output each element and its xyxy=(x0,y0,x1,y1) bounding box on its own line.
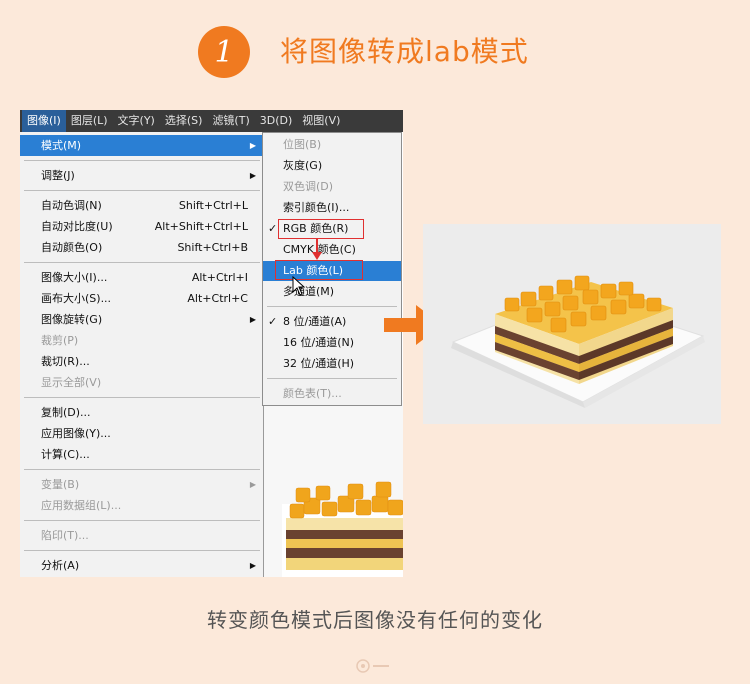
menu-divider xyxy=(267,306,397,307)
menu-item-variables: 变量(B) ▶ xyxy=(20,474,264,495)
checkmark-icon: ✓ xyxy=(268,315,278,328)
menu-item-duplicate[interactable]: 复制(D)... xyxy=(20,402,264,423)
menu-item-trim[interactable]: 裁切(R)... xyxy=(20,351,264,372)
menu-bar: 图像(I) 图层(L) 文字(Y) 选择(S) 滤镜(T) 3D(D) 视图(V… xyxy=(20,110,403,132)
submenu-item-16bit[interactable]: 16 位/通道(N) xyxy=(263,333,401,353)
menu-item-reveal-all: 显示全部(V) xyxy=(41,376,102,389)
submenu-arrow-icon: ▶ xyxy=(249,480,256,489)
menu-divider xyxy=(267,378,397,379)
menu-item-crop: 裁剪(P) xyxy=(41,334,79,347)
menu-item-apply-image[interactable]: 应用图像(Y)... xyxy=(20,423,264,444)
submenu-item-color-table: 颜色表(T)... xyxy=(283,387,342,400)
menu-3d[interactable]: 3D(D) xyxy=(255,110,298,132)
menu-item-image-rotation[interactable]: 图像旋转(G) ▶ xyxy=(20,309,264,330)
menu-divider xyxy=(24,550,260,551)
step-title: 将图像转成lab模式 xyxy=(280,35,529,68)
menu-divider xyxy=(24,262,260,263)
red-down-arrow-icon xyxy=(312,238,322,260)
submenu-arrow-icon: ▶ xyxy=(249,141,256,150)
watermark-logo xyxy=(356,659,392,673)
menu-layer[interactable]: 图层(L) xyxy=(66,110,113,132)
menu-divider xyxy=(24,397,260,398)
menu-item-canvas-size[interactable]: 画布大小(S)... Alt+Ctrl+C xyxy=(20,288,264,309)
step-number-badge: 1 xyxy=(198,26,250,78)
submenu-item-8bit[interactable]: ✓ 8 位/通道(A) xyxy=(263,312,401,332)
menu-type[interactable]: 文字(Y) xyxy=(113,110,160,132)
image-menu-dropdown: 模式(M) ▶ 调整(J) ▶ 自动色调(N) Shift+Ctrl+L 自动对比度(… xyxy=(20,132,264,577)
menu-divider xyxy=(24,160,260,161)
menu-item-auto-color[interactable]: 自动颜色(O) Shift+Ctrl+B xyxy=(20,237,264,258)
menu-divider xyxy=(24,520,260,521)
submenu-item-indexed-color[interactable]: 索引颜色(I)... xyxy=(263,198,401,218)
menu-select[interactable]: 选择(S) xyxy=(160,110,208,132)
menu-item-auto-contrast[interactable]: 自动对比度(U) Alt+Shift+Ctrl+L xyxy=(20,216,264,237)
caption-text: 转变颜色模式后图像没有任何的变化 xyxy=(207,608,543,632)
menu-item-trap: 陷印(T)... xyxy=(41,529,89,542)
cake-image xyxy=(423,224,721,424)
mouse-cursor-icon xyxy=(292,276,306,296)
lab-highlight-box xyxy=(275,260,363,280)
menu-filter[interactable]: 滤镜(T) xyxy=(207,110,254,132)
menu-view[interactable]: 视图(V) xyxy=(297,110,345,132)
submenu-item-duotone: 双色调(D) xyxy=(283,180,334,193)
menu-item-auto-tone[interactable]: 自动色调(N) Shift+Ctrl+L xyxy=(20,195,264,216)
menu-item-apply-dataset: 应用数据组(L)... xyxy=(41,499,122,512)
submenu-item-32bit[interactable]: 32 位/通道(H) xyxy=(263,354,401,374)
submenu-item-grayscale[interactable]: 灰度(G) xyxy=(263,156,401,176)
submenu-arrow-icon: ▶ xyxy=(249,315,256,324)
menu-divider xyxy=(24,469,260,470)
submenu-item-cmyk[interactable]: CMYK 颜色(C) xyxy=(263,240,401,260)
menu-divider xyxy=(24,190,260,191)
submenu-arrow-icon: ▶ xyxy=(249,171,256,180)
menu-item-image-size[interactable]: 图像大小(I)... Alt+Ctrl+I xyxy=(20,267,264,288)
submenu-item-multichannel[interactable]: 多通道(M) xyxy=(263,282,401,302)
menu-item-mode[interactable]: 模式(M) ▶ xyxy=(20,135,264,156)
menu-item-calculations[interactable]: 计算(C)... xyxy=(20,444,264,465)
cake-photo-result xyxy=(423,224,721,424)
cake-image xyxy=(264,400,403,577)
checkmark-icon: ✓ xyxy=(268,222,278,235)
rgb-highlight-box xyxy=(278,219,364,239)
menu-item-adjust[interactable]: 调整(J) ▶ xyxy=(20,165,264,186)
submenu-item-bitmap: 位图(B) xyxy=(283,138,322,151)
submenu-arrow-icon: ▶ xyxy=(249,561,256,570)
cake-photo-partial xyxy=(264,400,403,577)
menu-item-analysis[interactable]: 分析(A) ▶ xyxy=(20,555,264,576)
menu-image[interactable]: 图像(I) xyxy=(22,110,66,132)
